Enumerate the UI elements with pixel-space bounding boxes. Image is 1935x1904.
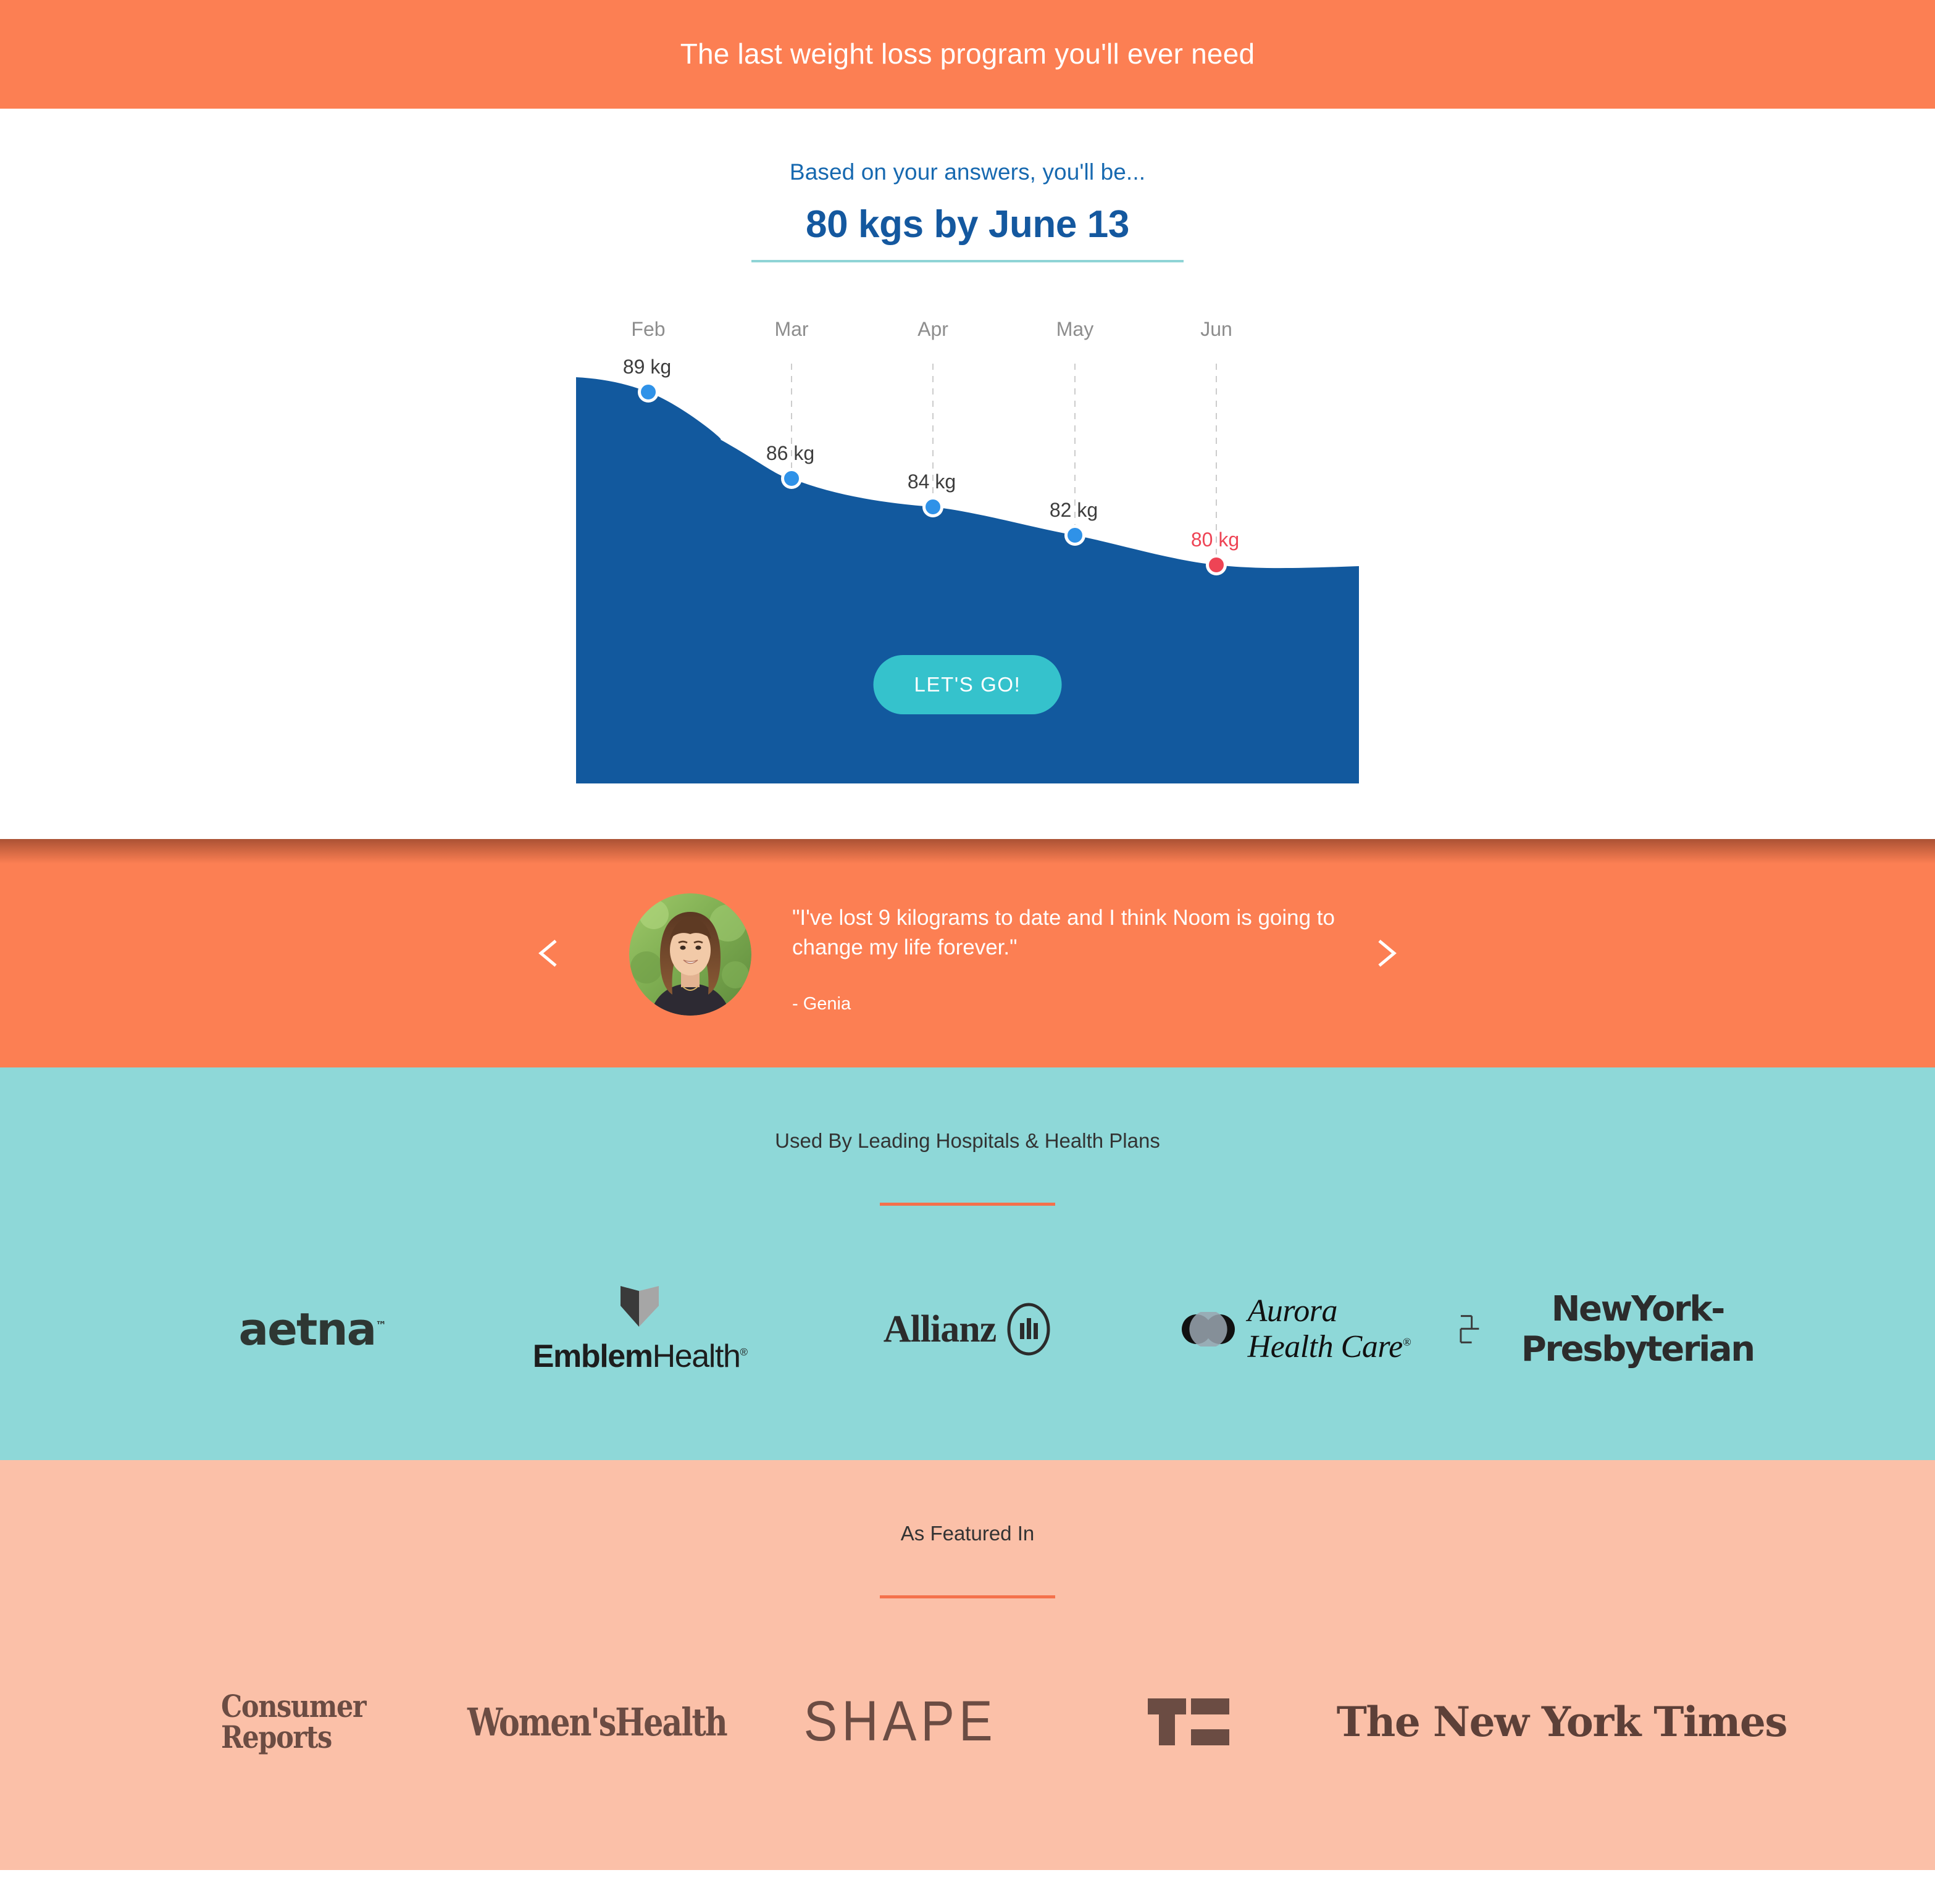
chart-month-label: Jun <box>1200 318 1232 340</box>
nyp-wordmark: NewYork-Presbyterian <box>1521 1289 1755 1369</box>
aurora-line-1: Aurora <box>1247 1293 1338 1329</box>
chart-point-label: 84 kg <box>907 470 956 493</box>
aetna-wordmark: aetna™ <box>238 1303 387 1355</box>
testimonial-author: - Genia <box>792 994 851 1014</box>
weight-projection-chart: Feb Mar Apr May Jun 89 kg 86 kg 84 kg 82… <box>576 262 1359 783</box>
emblemhealth-lockup: EmblemHealth® <box>532 1284 748 1375</box>
shape-wordmark: SHAPE <box>803 1690 997 1753</box>
chart-month-label: Mar <box>774 318 809 340</box>
chart-month-label: Feb <box>631 318 666 340</box>
page-title: The last weight loss program you'll ever… <box>680 38 1255 70</box>
avatar <box>629 893 751 1016</box>
chart-point-label: 89 kg <box>622 356 672 378</box>
emblem-bold-text: Emblem <box>532 1338 653 1374</box>
partners-logo-row: aetna™ EmblemHealth® Allianz Aurora Heal… <box>0 1274 1935 1385</box>
chart-plot-area: 89 kg 86 kg 84 kg 82 kg 80 kg LET'S GO! <box>576 356 1359 783</box>
aurora-wordmark: Aurora Health Care® <box>1248 1293 1411 1365</box>
featured-section: As Featured In Consumer Reports Women'sH… <box>0 1460 1935 1870</box>
partner-logo-emblemhealth[interactable]: EmblemHealth® <box>476 1274 804 1385</box>
allianz-wordmark: Allianz <box>883 1308 997 1350</box>
hero-kicker: Based on your answers, you'll be... <box>789 159 1146 185</box>
consumer-reports-wordmark: Consumer Reports <box>221 1688 367 1755</box>
techcrunch-logo-icon <box>1148 1698 1230 1745</box>
testimonial-quote: "I've lost 9 kilograms to date and I thi… <box>792 906 1335 959</box>
partner-logo-allianz[interactable]: Allianz <box>804 1274 1132 1385</box>
avatar-portrait <box>629 893 751 1016</box>
chart-point-label: 82 kg <box>1049 499 1098 521</box>
testimonial-carousel: "I've lost 9 kilograms to date and I thi… <box>0 839 1935 1067</box>
chevron-right-icon[interactable] <box>1367 935 1404 972</box>
chart-point-label-goal: 80 kg <box>1190 528 1240 551</box>
aurora-line-2: Health Care® <box>1247 1329 1411 1364</box>
hero-headline: 80 kgs by June 13 <box>806 203 1129 246</box>
allianz-oval-icon <box>1007 1303 1050 1356</box>
chart-point[interactable] <box>1064 525 1085 546</box>
chart-area-svg <box>576 364 1359 783</box>
chart-point-label: 86 kg <box>766 442 815 464</box>
hero-headline-container: 80 kgs by June 13 <box>751 185 1184 262</box>
featured-divider <box>880 1595 1055 1598</box>
chart-point[interactable] <box>922 496 943 517</box>
partner-logo-aetna[interactable]: aetna™ <box>148 1274 476 1385</box>
partners-heading: Used By Leading Hospitals & Health Plans <box>775 1129 1160 1152</box>
nyt-wordmark: The New York Times <box>1336 1698 1788 1746</box>
registered-icon: ® <box>740 1346 748 1358</box>
partners-divider <box>880 1203 1055 1206</box>
featured-logo-shape[interactable]: SHAPE <box>755 1666 1046 1777</box>
chevron-right-glyph <box>1378 940 1397 967</box>
chart-point-goal[interactable] <box>1206 554 1227 575</box>
emblemhealth-wordmark: EmblemHealth® <box>532 1338 748 1375</box>
chart-month-label: May <box>1056 318 1094 340</box>
chevron-left-icon[interactable] <box>531 935 568 972</box>
testimonial-content: "I've lost 9 kilograms to date and I thi… <box>629 891 1358 1016</box>
hero-section: Based on your answers, you'll be... 80 k… <box>0 109 1935 839</box>
featured-logo-consumer-reports[interactable]: Consumer Reports <box>148 1666 439 1777</box>
chart-point[interactable] <box>638 382 659 403</box>
chart-area-path <box>576 377 1359 783</box>
aetna-text: aetna <box>238 1303 377 1355</box>
page-header: The last weight loss program you'll ever… <box>0 0 1935 109</box>
featured-logo-techcrunch[interactable] <box>1046 1666 1337 1777</box>
partner-logo-aurora-health-care[interactable]: Aurora Health Care® <box>1131 1274 1459 1385</box>
featured-logo-the-new-york-times[interactable]: The New York Times <box>1336 1666 1788 1777</box>
allianz-lockup: Allianz <box>884 1302 1051 1356</box>
aurora-infinity-icon <box>1181 1312 1235 1347</box>
partner-logo-newyork-presbyterian[interactable]: NewYork-Presbyterian <box>1459 1274 1787 1385</box>
featured-heading: As Featured In <box>900 1522 1035 1545</box>
partners-section: Used By Leading Hospitals & Health Plans… <box>0 1067 1935 1460</box>
registered-icon: ® <box>1402 1335 1411 1348</box>
testimonial-text-block: "I've lost 9 kilograms to date and I thi… <box>792 891 1358 1014</box>
featured-logo-row: Consumer Reports Women'sHealth SHAPE The… <box>0 1666 1935 1777</box>
consumer-reports-line-2: Reports <box>221 1719 332 1755</box>
consumer-reports-line-1: Consumer <box>221 1688 367 1724</box>
nyp-cross-icon <box>1460 1315 1479 1343</box>
chart-month-label: Apr <box>917 318 948 340</box>
emblem-thin-text: Health <box>652 1338 741 1374</box>
featured-logo-womens-health[interactable]: Women'sHealth <box>439 1666 755 1777</box>
aurora-lockup: Aurora Health Care® <box>1180 1293 1411 1365</box>
lets-go-button[interactable]: LET'S GO! <box>873 655 1062 714</box>
emblem-leaf-icon <box>621 1286 659 1327</box>
chart-x-axis: Feb Mar Apr May Jun <box>576 318 1359 355</box>
chart-point[interactable] <box>781 468 802 489</box>
chevron-left-glyph <box>538 940 557 967</box>
nyp-lockup: NewYork-Presbyterian <box>1459 1289 1787 1369</box>
womens-health-wordmark: Women'sHealth <box>467 1699 728 1745</box>
trademark-icon: ™ <box>375 1319 387 1332</box>
